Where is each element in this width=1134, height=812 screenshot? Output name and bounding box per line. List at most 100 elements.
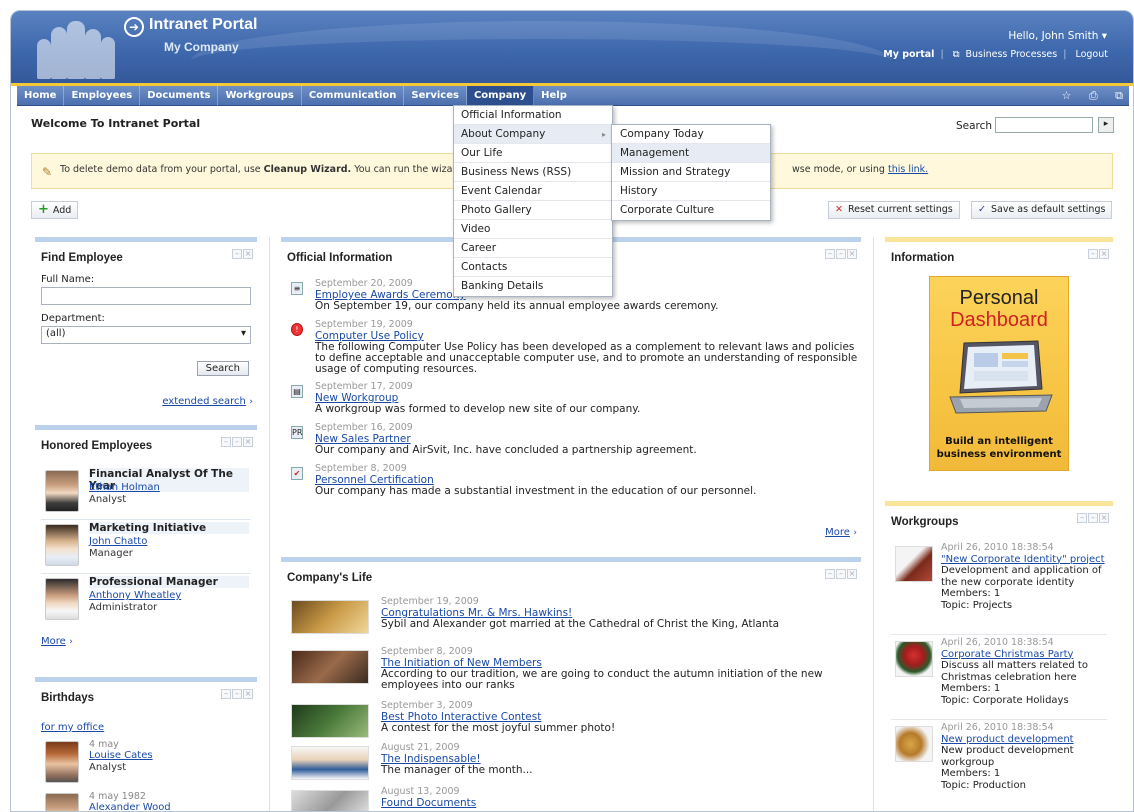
person-name-link[interactable]: Anthony Wheatley xyxy=(89,590,181,601)
initiation-thumbnail[interactable] xyxy=(291,650,369,684)
my-portal-link[interactable]: My portal xyxy=(883,49,934,60)
menu-item-career[interactable]: Career xyxy=(454,239,612,258)
menu-item-business-news[interactable]: Business News (RSS) xyxy=(454,163,612,182)
news-text: On September 19, our company held its an… xyxy=(315,300,719,312)
workgroup-desc: Development and application of the new c… xyxy=(941,565,1102,588)
life-title-link[interactable]: Found Documents xyxy=(381,797,861,809)
portal-title[interactable]: Intranet Portal xyxy=(149,16,257,34)
birthdays-box: Birthdays – – × for my office 4 may Louise… xyxy=(35,677,257,811)
news-text: Our company has made a substantial inves… xyxy=(315,485,757,497)
submenu-item-company-today[interactable]: Company Today xyxy=(612,125,770,144)
minimize-icon[interactable]: – xyxy=(1088,513,1098,523)
collapse-icon[interactable]: – xyxy=(825,249,835,259)
search-button[interactable]: Search xyxy=(196,361,249,376)
close-icon[interactable]: × xyxy=(243,689,253,699)
minimize-icon[interactable]: – xyxy=(232,689,242,699)
nav-help[interactable]: Help xyxy=(534,86,574,106)
chevron-right-icon: ▸ xyxy=(601,130,606,139)
wedding-thumbnail[interactable] xyxy=(291,600,369,634)
menu-item-photo-gallery[interactable]: Photo Gallery xyxy=(454,201,612,220)
collapse-icon[interactable]: – xyxy=(221,689,231,699)
minimize-icon[interactable]: – xyxy=(232,437,242,447)
close-icon[interactable]: × xyxy=(847,249,857,259)
close-icon[interactable]: × xyxy=(1099,249,1109,259)
minimize-icon[interactable]: – xyxy=(836,249,846,259)
minimize-icon[interactable]: – xyxy=(232,249,242,259)
save-default-button[interactable]: ✓ Save as default settings xyxy=(971,201,1113,219)
wizard-icon: ✎ xyxy=(42,165,53,179)
collapse-icon[interactable]: – xyxy=(221,437,231,447)
personal-dashboard-banner[interactable]: Personal Dashboard Build an intelligent … xyxy=(929,276,1069,471)
nav-home[interactable]: Home xyxy=(17,86,65,106)
photo-contest-thumbnail[interactable] xyxy=(291,704,369,738)
person-name-link[interactable]: Louise Cates xyxy=(89,750,153,761)
workgroup-topic: Topic: Corporate Holidays xyxy=(941,694,1069,706)
workgroup-title-link[interactable]: "New Corporate Identity" project xyxy=(941,554,1111,566)
menu-item-video[interactable]: Video xyxy=(454,220,612,239)
workgroup-item: April 26, 2010 18:38:54 New product deve… xyxy=(891,720,1107,805)
workgroups-box: Workgroups – – × April 26, 2010 18:38:54 "… xyxy=(885,501,1113,811)
close-icon[interactable]: × xyxy=(847,569,857,579)
business-processes-link[interactable]: Business Processes xyxy=(965,49,1057,60)
workgroup-date: April 26, 2010 18:38:54 xyxy=(941,637,1054,648)
submenu-item-mission-strategy[interactable]: Mission and Strategy xyxy=(612,163,770,182)
nav-company[interactable]: Company xyxy=(466,86,535,106)
collapse-icon[interactable]: – xyxy=(1077,513,1087,523)
nav-documents[interactable]: Documents xyxy=(140,86,219,106)
workgroup-body: April 26, 2010 18:38:54 New product deve… xyxy=(941,722,1111,791)
submenu-item-history[interactable]: History xyxy=(612,182,770,201)
life-text: According to our tradition, we are going… xyxy=(381,668,823,691)
close-icon[interactable]: × xyxy=(243,249,253,259)
extended-search-link[interactable]: extended search › xyxy=(162,394,253,407)
menu-item-contacts[interactable]: Contacts xyxy=(454,258,612,277)
alert-icon: ! xyxy=(291,323,303,336)
search-go-button[interactable]: ▸ xyxy=(1098,117,1114,133)
documents-thumbnail[interactable] xyxy=(291,790,369,811)
close-icon[interactable]: × xyxy=(243,437,253,447)
user-greeting[interactable]: Hello, John Smith ▾ xyxy=(1008,30,1107,42)
full-name-input[interactable] xyxy=(41,287,251,305)
menu-item-banking-details[interactable]: Banking Details xyxy=(454,277,612,296)
print-icon[interactable]: ⎙ xyxy=(1089,89,1098,102)
info-text-end: wse mode, or using this link. xyxy=(792,164,928,175)
official-more-link[interactable]: More › xyxy=(825,525,857,538)
life-item: September 3, 2009 Best Photo Interactive… xyxy=(281,700,861,742)
logout-link[interactable]: Logout xyxy=(1075,49,1108,60)
honored-more-link[interactable]: More › xyxy=(35,628,257,653)
menu-item-our-life[interactable]: Our Life xyxy=(454,144,612,163)
sitemap-icon[interactable]: ⧉ xyxy=(1115,89,1123,102)
nav-services[interactable]: Services xyxy=(404,86,467,106)
person-name-link[interactable]: John Chatto xyxy=(89,536,147,547)
menu-item-about-company[interactable]: About Company ▸ xyxy=(454,125,612,144)
person-name-link[interactable]: Ethan Holman xyxy=(89,482,160,493)
submenu-item-corporate-culture[interactable]: Corporate Culture xyxy=(612,201,770,220)
news-item: ✔ September 8, 2009 Personnel Certificat… xyxy=(281,463,861,504)
department-select[interactable]: (all) ▾ xyxy=(41,326,251,344)
search-input[interactable] xyxy=(995,117,1093,133)
workgroup-title-link[interactable]: New product development xyxy=(941,734,1111,746)
collapse-icon[interactable]: – xyxy=(825,569,835,579)
menu-item-event-calendar[interactable]: Event Calendar xyxy=(454,182,612,201)
honored-employees-box: Honored Employees – – × Financial Analyst … xyxy=(35,425,257,677)
nav-employees[interactable]: Employees xyxy=(64,86,141,106)
close-icon[interactable]: × xyxy=(1099,513,1109,523)
nav-workgroups[interactable]: Workgroups xyxy=(218,86,302,106)
favorites-star-icon[interactable]: ☆ xyxy=(1061,89,1071,102)
for-my-office-link[interactable]: for my office xyxy=(41,722,104,733)
person-name-link[interactable]: Alexander Wood xyxy=(89,802,171,811)
workgroup-title-link[interactable]: Corporate Christmas Party xyxy=(941,649,1111,661)
news-item: PR September 16, 2009 New Sales Partner … xyxy=(281,422,861,463)
manager-thumbnail[interactable] xyxy=(291,746,369,780)
reset-settings-button[interactable]: ✕ Reset current settings xyxy=(828,201,960,219)
nav-communication[interactable]: Communication xyxy=(302,86,405,106)
minimize-icon[interactable]: – xyxy=(836,569,846,579)
minimize-icon[interactable]: – xyxy=(1088,249,1098,259)
submenu-item-management[interactable]: Management xyxy=(612,144,770,163)
nav-icons: ☆ ⎙ ⧉ xyxy=(1047,86,1123,106)
menu-item-official-information[interactable]: Official Information xyxy=(454,106,612,125)
life-item: September 19, 2009 Congratulations Mr. &… xyxy=(281,596,861,646)
add-button[interactable]: + Add xyxy=(31,201,79,219)
avatar xyxy=(45,470,79,512)
this-link[interactable]: this link. xyxy=(888,164,928,175)
